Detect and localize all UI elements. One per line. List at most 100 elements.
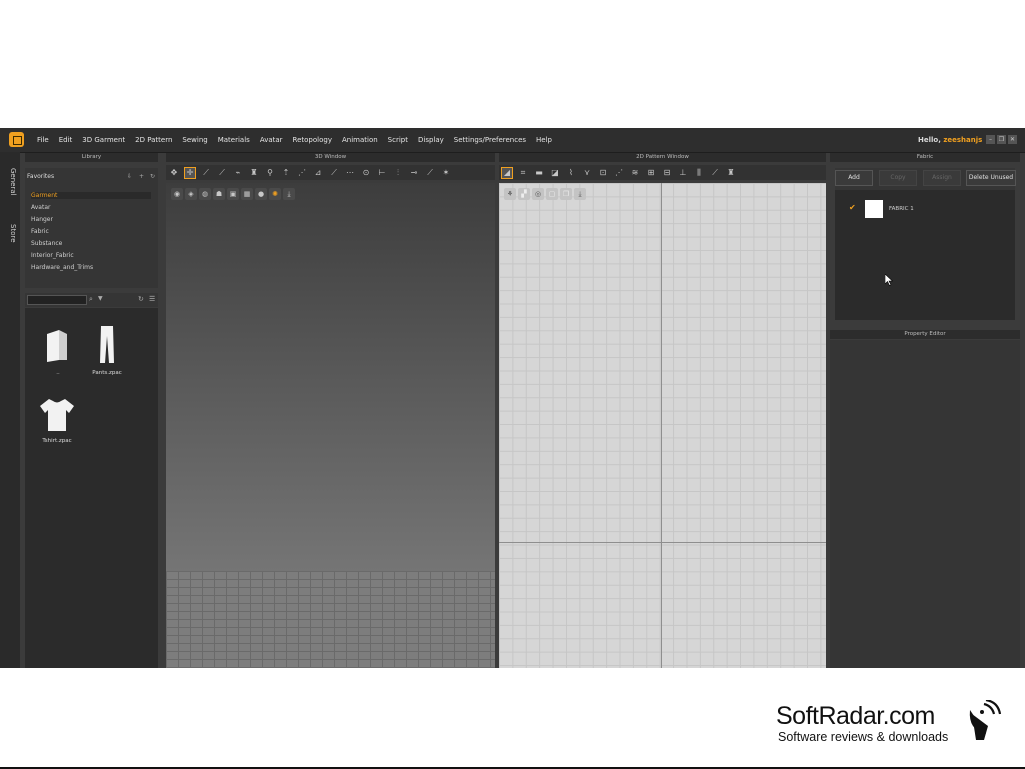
- favorite-item-hanger[interactable]: Hanger: [31, 216, 53, 223]
- segment-sewing-icon[interactable]: ⋰: [613, 167, 625, 179]
- library-file-grid: .. Pants.zpac Tshirt.zpac: [25, 308, 158, 668]
- head-icon[interactable]: ●: [255, 188, 267, 200]
- close-icon[interactable]: ✕: [1008, 135, 1017, 144]
- menu-animation[interactable]: Animation: [342, 136, 378, 144]
- shirt-display-icon[interactable]: ▣: [227, 188, 239, 200]
- avatar-pose-icon[interactable]: ✶: [440, 167, 452, 179]
- property-editor-body: [830, 340, 1020, 668]
- arrange-icon[interactable]: ▞: [518, 188, 530, 200]
- avatar-icon[interactable]: ☗: [213, 188, 225, 200]
- dart-icon[interactable]: ⋎: [581, 167, 593, 179]
- lasso-icon[interactable]: ◎: [532, 188, 544, 200]
- favorite-item-substance[interactable]: Substance: [31, 240, 62, 247]
- move-icon[interactable]: ✛: [184, 166, 196, 179]
- assign-fabric-button[interactable]: Assign: [923, 170, 961, 186]
- menu-3d-garment[interactable]: 3D Garment: [82, 136, 125, 144]
- measure-icon[interactable]: ⊿: [312, 167, 324, 179]
- mesh-icon[interactable]: ▦: [241, 188, 253, 200]
- pants-icon[interactable]: [99, 326, 115, 368]
- favorite-item-fabric[interactable]: Fabric: [31, 228, 49, 235]
- library-search-input[interactable]: [27, 295, 87, 305]
- edit-line-icon[interactable]: ⟋: [216, 167, 228, 179]
- texture-edit-icon[interactable]: ⫼: [693, 167, 705, 179]
- clo-logo-icon[interactable]: [9, 132, 24, 147]
- tab-store[interactable]: Store: [3, 224, 17, 243]
- delete-unused-button[interactable]: Delete Unused: [966, 170, 1016, 186]
- favorite-item-hardware[interactable]: Hardware_and_Trims: [31, 264, 93, 271]
- menu-settings[interactable]: Settings/Preferences: [454, 136, 526, 144]
- texture-icon[interactable]: ◈: [185, 188, 197, 200]
- fold-icon[interactable]: ⌁: [232, 167, 244, 179]
- view2d-viewport[interactable]: ⚘ ▞ ◎ ▢ ❐ ⤓: [499, 183, 826, 668]
- check-sewing-icon[interactable]: ⊞: [645, 167, 657, 179]
- folder-icon[interactable]: [45, 328, 69, 368]
- garment-icon[interactable]: ♜: [248, 167, 260, 179]
- export-icon[interactable]: ⤓: [574, 188, 586, 200]
- file-label-tshirt: Tshirt.zpac: [42, 438, 72, 444]
- search-icon[interactable]: ⌕: [89, 295, 93, 304]
- select-icon[interactable]: ✥: [168, 167, 180, 179]
- zipper-icon[interactable]: ⫶: [392, 167, 404, 179]
- restore-icon[interactable]: ❐: [997, 135, 1006, 144]
- refresh-icon[interactable]: ↻: [138, 295, 144, 303]
- chevron-down-icon[interactable]: ▼: [98, 295, 103, 302]
- stitch-icon[interactable]: ⋯: [344, 167, 356, 179]
- menu-script[interactable]: Script: [388, 136, 408, 144]
- menu-2d-pattern[interactable]: 2D Pattern: [135, 136, 172, 144]
- screenshot-icon[interactable]: ⤓: [283, 188, 295, 200]
- fold-pattern-icon[interactable]: ⊟: [661, 167, 673, 179]
- edit-point-icon[interactable]: ⟋: [200, 167, 212, 179]
- tshirt-icon[interactable]: [39, 398, 75, 436]
- transform-pattern-icon[interactable]: ◢: [501, 166, 513, 179]
- pin-icon[interactable]: ⚲: [264, 167, 276, 179]
- notch-icon[interactable]: ⊥: [677, 167, 689, 179]
- menu-display[interactable]: Display: [418, 136, 444, 144]
- menu-edit[interactable]: Edit: [59, 136, 73, 144]
- rectangle-icon[interactable]: ▬: [533, 167, 545, 179]
- menu-help[interactable]: Help: [536, 136, 552, 144]
- edit-pattern-icon[interactable]: ⌗: [517, 167, 529, 179]
- view3d-viewport[interactable]: ◉ ◈ ◍ ☗ ▣ ▦ ● ✺ ⤓: [166, 183, 495, 668]
- sun-icon[interactable]: ✺: [269, 188, 281, 200]
- elastic-icon[interactable]: ⊸: [408, 167, 420, 179]
- shaded-icon[interactable]: ◉: [171, 188, 183, 200]
- download-icon[interactable]: ⇩: [127, 173, 132, 180]
- line-tool-icon[interactable]: ⟋: [709, 167, 721, 179]
- fabric-swatch[interactable]: [865, 200, 883, 218]
- menu-sewing[interactable]: Sewing: [182, 136, 207, 144]
- list-view-icon[interactable]: ☰: [149, 295, 155, 303]
- tab-general[interactable]: General: [3, 168, 17, 196]
- polygon-icon[interactable]: ◪: [549, 167, 561, 179]
- brush-icon[interactable]: ⟋: [424, 167, 436, 179]
- minimize-icon[interactable]: –: [986, 135, 995, 144]
- add-fabric-button[interactable]: Add: [835, 170, 873, 186]
- tack-icon[interactable]: ⇡: [280, 167, 292, 179]
- shirt-2d-icon[interactable]: ♜: [725, 167, 737, 179]
- view2d-toolbar: ◢ ⌗ ▬ ◪ ⌇ ⋎ ⊡ ⋰ ≋ ⊞ ⊟ ⊥ ⫼ ⟋ ♜: [499, 165, 826, 180]
- copy-pattern-icon[interactable]: ❐: [560, 188, 572, 200]
- menu-avatar[interactable]: Avatar: [260, 136, 283, 144]
- menu-retopology[interactable]: Retopology: [293, 136, 332, 144]
- favorite-item-avatar[interactable]: Avatar: [31, 204, 50, 211]
- trace-icon[interactable]: ⊡: [597, 167, 609, 179]
- refresh-icon[interactable]: ↻: [150, 173, 155, 180]
- view3d-title: 3D Window: [166, 153, 495, 162]
- user-name[interactable]: zeeshanjs: [943, 136, 982, 144]
- library-search-bar: ⌕ ▼ ↻ ☰: [25, 293, 158, 307]
- strain-icon[interactable]: ◍: [199, 188, 211, 200]
- ruler-icon[interactable]: ⟋: [328, 167, 340, 179]
- add-icon[interactable]: +: [139, 173, 144, 180]
- fabric-name[interactable]: FABRIC 1: [889, 206, 914, 212]
- magic-icon[interactable]: ⚘: [504, 188, 516, 200]
- free-sewing-icon[interactable]: ≋: [629, 167, 641, 179]
- favorite-item-interior-fabric[interactable]: Interior_Fabric: [31, 252, 74, 259]
- menu-file[interactable]: File: [37, 136, 49, 144]
- copy-fabric-button[interactable]: Copy: [879, 170, 917, 186]
- internal-line-icon[interactable]: ⌇: [565, 167, 577, 179]
- topstitch-icon[interactable]: ⊢: [376, 167, 388, 179]
- grid-toggle-icon[interactable]: ▢: [546, 188, 558, 200]
- menu-materials[interactable]: Materials: [218, 136, 250, 144]
- favorite-item-garment[interactable]: Garment: [31, 192, 151, 199]
- button-tool-icon[interactable]: ⊙: [360, 167, 372, 179]
- seam-icon[interactable]: ⋰: [296, 167, 308, 179]
